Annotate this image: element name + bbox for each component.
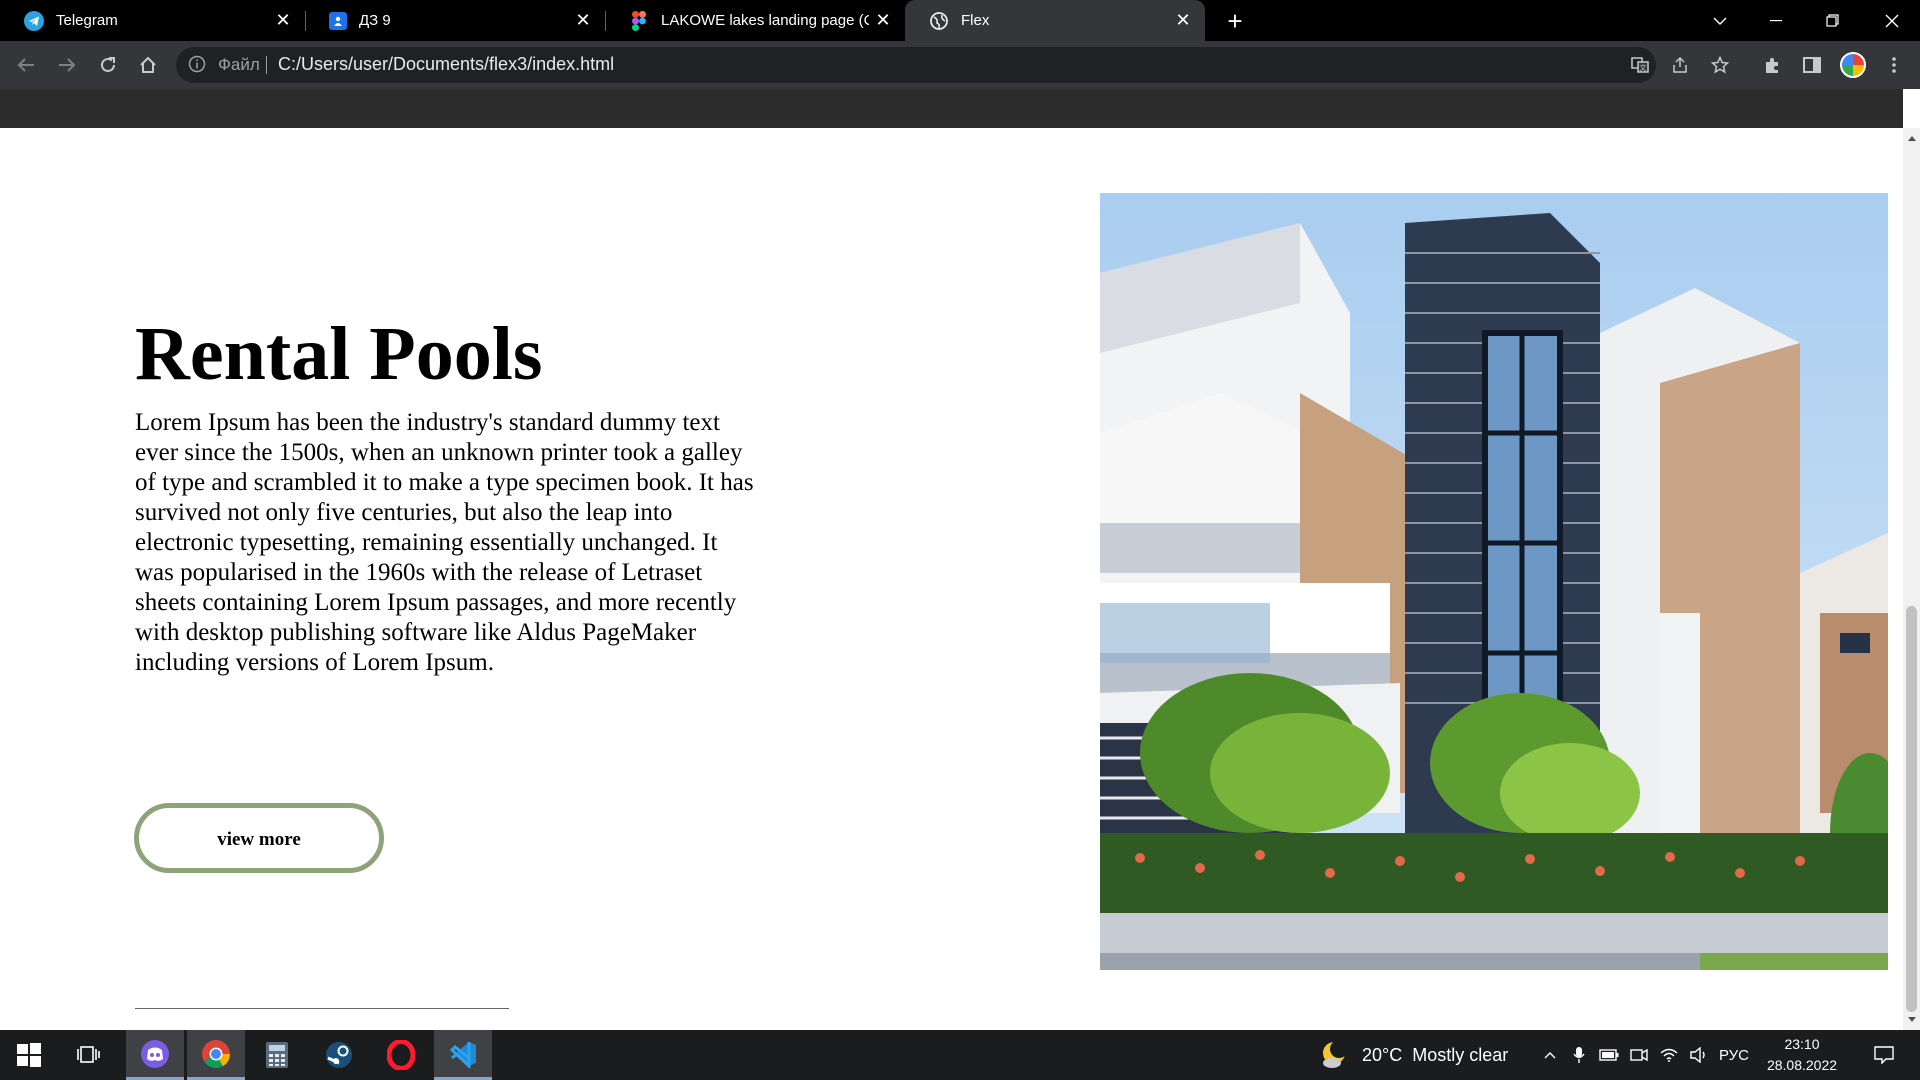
chrome-icon[interactable] — [187, 1030, 245, 1080]
restore-button[interactable] — [1804, 0, 1860, 41]
share-icon[interactable] — [1668, 53, 1692, 77]
reload-icon[interactable] — [92, 49, 124, 81]
url-text[interactable]: C:/Users/user/Documents/flex3/index.html — [278, 54, 614, 75]
browser-toolbar: Файл C:/Users/user/Documents/flex3/index… — [0, 41, 1920, 89]
bookmark-star-icon[interactable] — [1708, 53, 1732, 77]
vscode-icon[interactable] — [434, 1030, 492, 1080]
extensions-icon[interactable] — [1756, 49, 1788, 81]
discord-icon[interactable] — [126, 1030, 184, 1080]
page-paragraph: Lorem Ipsum has been the industry's stan… — [135, 409, 754, 676]
scroll-thumb[interactable] — [1906, 606, 1917, 1012]
scroll-up-arrow-icon[interactable] — [1908, 136, 1916, 141]
page-viewport: Rental Pools Lorem Ipsum has been the in… — [0, 128, 1903, 1030]
tab-search-chevron-icon[interactable] — [1692, 0, 1748, 41]
volume-icon[interactable] — [1686, 1030, 1712, 1080]
building-photo — [1100, 193, 1888, 970]
close-tab-icon[interactable]: ✕ — [269, 7, 297, 35]
close-tab-icon[interactable]: ✕ — [1169, 7, 1197, 35]
classroom-icon — [329, 11, 347, 30]
weather-widget[interactable]: 20°C Mostly clear — [1320, 1030, 1508, 1080]
steam-icon[interactable] — [310, 1030, 368, 1080]
more-menu-icon[interactable] — [1878, 49, 1910, 81]
weather-condition: Mostly clear — [1412, 1044, 1509, 1065]
show-hidden-icons-chevron-icon[interactable] — [1538, 1030, 1562, 1080]
new-tab-button[interactable]: + — [1220, 6, 1250, 36]
url-separator — [266, 56, 267, 74]
back-icon[interactable] — [10, 49, 42, 81]
browser-tab-strip: Telegram ✕ ДЗ 9 ✕ LAKOWE lakes landing p… — [0, 0, 1920, 41]
translate-icon[interactable]: 文 — [1628, 53, 1652, 77]
scroll-down-arrow-icon[interactable] — [1908, 1017, 1916, 1022]
page-scrollbar[interactable] — [1903, 128, 1920, 1030]
wifi-icon[interactable] — [1656, 1030, 1682, 1080]
close-tab-icon[interactable]: ✕ — [569, 7, 597, 35]
windows-taskbar: 20°C Mostly clear РУС 23:10 28.08.2022 — [0, 1030, 1920, 1080]
calculator-icon[interactable] — [248, 1030, 306, 1080]
home-icon[interactable] — [132, 49, 164, 81]
tab-telegram[interactable]: Telegram ✕ — [0, 0, 305, 41]
site-info-icon[interactable] — [188, 55, 208, 75]
close-tab-icon[interactable]: ✕ — [869, 7, 897, 35]
moon-cloud-icon — [1320, 1039, 1352, 1071]
weather-temperature: 20°C — [1362, 1044, 1403, 1065]
url-scheme-label: Файл — [218, 55, 260, 74]
tab-title: LAKOWE lakes landing page (Cor — [661, 12, 869, 29]
microphone-icon[interactable] — [1566, 1030, 1592, 1080]
side-panel-icon[interactable] — [1796, 49, 1828, 81]
tab-dz9[interactable]: ДЗ 9 ✕ — [305, 0, 605, 41]
globe-icon — [929, 11, 949, 31]
tab-title: ДЗ 9 — [359, 12, 391, 29]
start-icon[interactable] — [0, 1030, 58, 1080]
close-window-button[interactable] — [1864, 0, 1920, 41]
tab-figma[interactable]: LAKOWE lakes landing page (Cor ✕ — [605, 0, 905, 41]
svg-text:文: 文 — [1640, 63, 1647, 72]
battery-icon[interactable] — [1596, 1030, 1622, 1080]
task-view-icon[interactable] — [60, 1030, 118, 1080]
forward-icon[interactable] — [51, 49, 83, 81]
tab-title: Flex — [961, 12, 990, 29]
language-indicator[interactable]: РУС — [1714, 1030, 1754, 1080]
system-clock[interactable]: 23:10 28.08.2022 — [1752, 1034, 1852, 1076]
section-divider — [135, 1008, 509, 1009]
figma-icon — [629, 10, 649, 31]
address-bar[interactable]: Файл C:/Users/user/Documents/flex3/index… — [176, 47, 1729, 83]
meet-now-icon[interactable] — [1626, 1030, 1652, 1080]
clock-date: 28.08.2022 — [1766, 1057, 1838, 1073]
minimize-button[interactable] — [1748, 0, 1804, 41]
clock-time: 23:10 — [1784, 1036, 1820, 1052]
view-more-button[interactable]: view more — [134, 803, 384, 873]
tab-flex[interactable]: Flex ✕ — [905, 0, 1205, 41]
notification-center-icon[interactable] — [1856, 1030, 1912, 1080]
opera-icon[interactable] — [372, 1030, 430, 1080]
tab-title: Telegram — [56, 12, 118, 29]
page-header-band — [0, 89, 1903, 128]
telegram-icon — [24, 10, 44, 31]
page-heading: Rental Pools — [135, 312, 543, 396]
profile-avatar[interactable] — [1840, 52, 1866, 78]
